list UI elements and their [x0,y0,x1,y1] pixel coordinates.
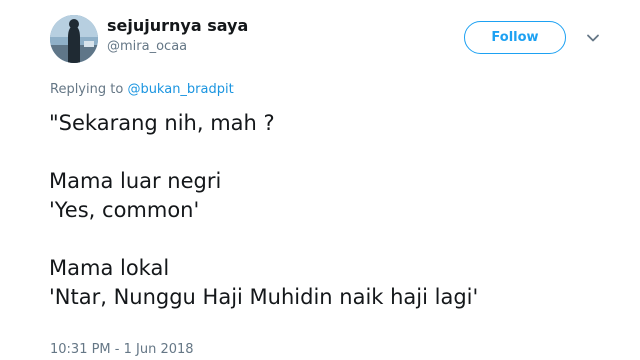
reply-mention-link[interactable]: @bukan_bradpit [127,82,233,97]
avatar[interactable] [50,15,98,63]
tweet-line: Mama luar negri [49,169,222,193]
user-handle[interactable]: @mira_ocaa [107,39,187,54]
tweet-line: "Sekarang nih, mah ? [49,111,275,135]
chevron-down-icon[interactable] [586,31,600,45]
display-name[interactable]: sejujurnya saya [107,16,248,35]
tweet-text: "Sekarang nih, mah ? Mama luar negri 'Ye… [49,109,478,312]
tweet-line: 'Yes, common' [49,198,200,222]
follow-button[interactable]: Follow [464,21,566,54]
replying-to: Replying to @bukan_bradpit [50,82,234,97]
replying-to-label: Replying to [50,82,124,97]
tweet-line: 'Ntar, Nunggu Haji Muhidin naik haji lag… [49,285,479,309]
avatar-image [50,15,98,63]
tweet-line: Mama lokal [49,256,170,280]
tweet-timestamp[interactable]: 10:31 PM - 1 Jun 2018 [50,342,194,357]
